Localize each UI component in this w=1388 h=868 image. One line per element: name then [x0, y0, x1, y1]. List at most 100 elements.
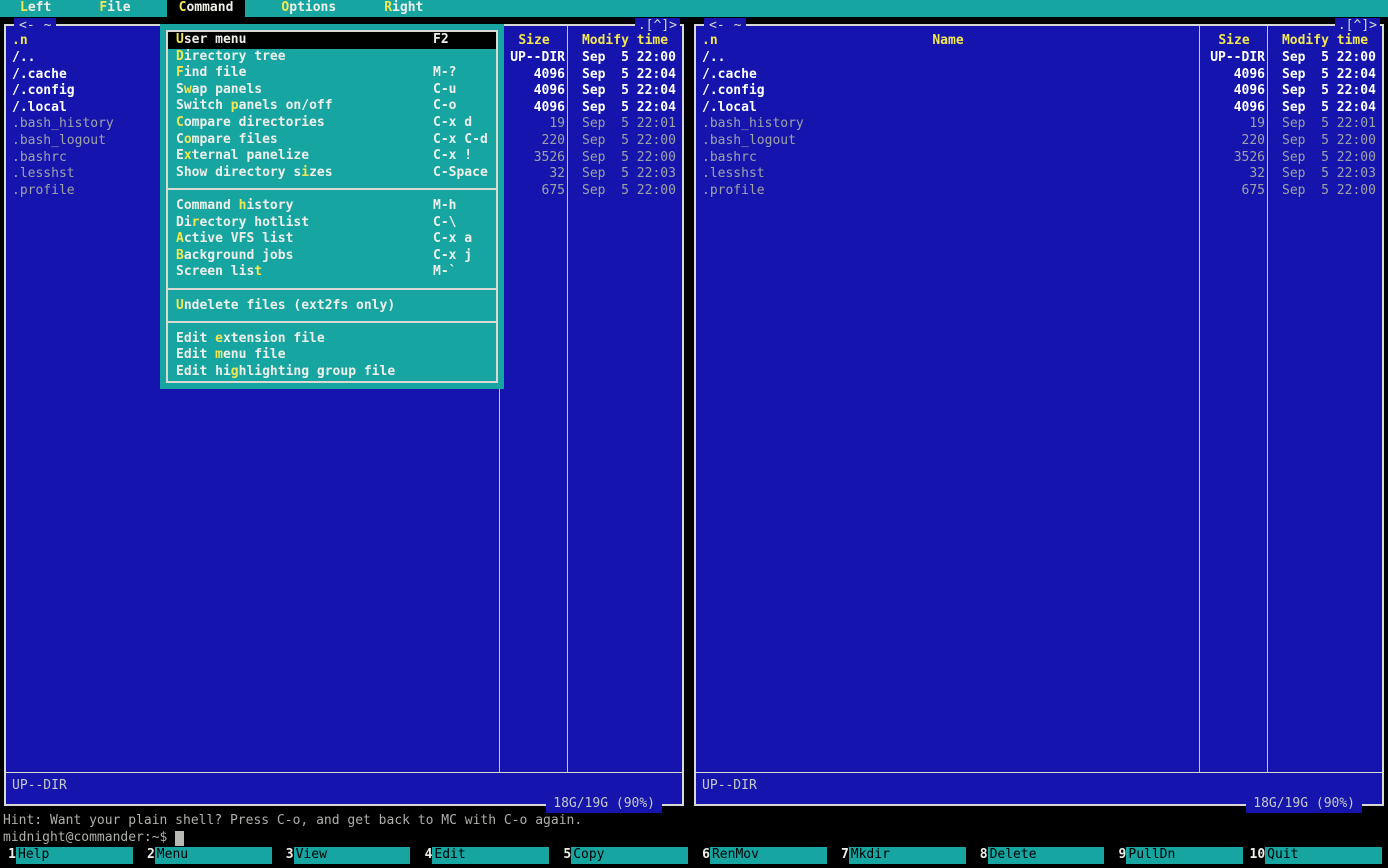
menu-item-edit-menu-file[interactable]: Edit menu file [168, 347, 496, 364]
menu-item-background-jobs[interactable]: Background jobsC-x j [168, 248, 496, 265]
column-header-mtime[interactable]: Modify time [568, 33, 682, 50]
file-row[interactable]: .profile675Sep 5 22:00 [696, 183, 1382, 200]
file-size: 220 [1200, 133, 1268, 150]
label-text: anels on/off [239, 98, 333, 113]
right-panel: <-~.[^]>.nNameSizeModify time/..UP--DIRS… [694, 24, 1384, 806]
menu-shortcut: C-o [433, 98, 456, 115]
key-number: 7 [833, 847, 849, 864]
file-row[interactable]: .bash_history19Sep 5 22:01 [696, 116, 1382, 133]
menu-item-compare-directories[interactable]: Compare directoriesC-x d [168, 115, 496, 132]
key-button-7-mkdir[interactable]: 7Mkdir [833, 847, 972, 864]
file-name: .profile [696, 183, 1200, 200]
hotkey-letter: i [301, 165, 309, 180]
file-row[interactable]: .bash_logout220Sep 5 22:00 [696, 133, 1382, 150]
menubar-item-options[interactable]: Options [269, 0, 348, 17]
menu-item-find-file[interactable]: Find fileM-? [168, 65, 496, 82]
history-back-icon[interactable]: <- [709, 18, 725, 33]
sort-indicator: .n [12, 33, 28, 50]
file-name: .bash_history [696, 116, 1200, 133]
menu-item-active-vfs-list[interactable]: Active VFS listC-x a [168, 231, 496, 248]
file-size: 4096 [500, 67, 568, 84]
menu-item-command-history[interactable]: Command historyM-h [168, 198, 496, 215]
key-button-6-renmov[interactable]: 6RenMov [694, 847, 833, 864]
menu-item-show-directory-sizes[interactable]: Show directory sizesC-Space [168, 165, 496, 182]
file-size: 19 [500, 116, 568, 133]
menu-shortcut: C-x d [433, 115, 472, 132]
menu-item-compare-files[interactable]: Compare filesC-x C-d [168, 132, 496, 149]
key-button-3-view[interactable]: 3View [278, 847, 417, 864]
menu-shortcut: C-\ [433, 215, 456, 232]
shell-prompt[interactable]: midnight@commander:~$ [3, 830, 184, 847]
file-name: .bash_logout [696, 133, 1200, 150]
key-button-9-pulldn[interactable]: 9PullDn [1110, 847, 1249, 864]
column-header-size[interactable]: Size [500, 33, 568, 50]
file-mtime: Sep 5 22:01 [1268, 116, 1382, 133]
menu-item-directory-tree[interactable]: Directory tree [168, 49, 496, 66]
menu-item-switch-panels-on-off[interactable]: Switch panels on/offC-o [168, 98, 496, 115]
key-button-2-menu[interactable]: 2Menu [139, 847, 278, 864]
command-menu-dropdown: User menuF2Directory treeFind fileM-?Swa… [160, 24, 504, 389]
label-text: ompare directories [184, 115, 325, 130]
panel-separator [6, 772, 682, 773]
file-row[interactable]: .bashrc3526Sep 5 22:00 [696, 150, 1382, 167]
menu-item-directory-hotlist[interactable]: Directory hotlistC-\ [168, 215, 496, 232]
hotkey-letter: D [176, 49, 184, 64]
menubar-item-left[interactable]: Left [8, 0, 63, 17]
label-text: Command [176, 198, 239, 213]
menu-item-external-panelize[interactable]: External panelizeC-x ! [168, 148, 496, 165]
menu-item-undelete-files-ext2fs-only[interactable]: Undelete files (ext2fs only) [168, 298, 496, 315]
key-label: PullDn [1126, 847, 1243, 864]
file-row[interactable]: /.local4096Sep 5 22:04 [696, 100, 1382, 117]
menu-item-edit-extension-file[interactable]: Edit extension file [168, 331, 496, 348]
file-mtime: Sep 5 22:04 [1268, 67, 1382, 84]
history-back-icon[interactable]: <- [19, 18, 35, 33]
hint-line: Hint: Want your plain shell? Press C-o, … [3, 813, 582, 830]
file-row[interactable]: /..UP--DIRSep 5 22:00 [696, 50, 1382, 67]
hotkey-letter: g [231, 364, 239, 379]
key-number: 10 [1249, 847, 1265, 864]
file-row[interactable]: .lesshst32Sep 5 22:03 [696, 166, 1382, 183]
file-size: 675 [1200, 183, 1268, 200]
menubar-item-file[interactable]: File [87, 0, 142, 17]
hotkey-letter: U [176, 32, 184, 47]
column-header-name[interactable]: .nName [696, 33, 1200, 50]
file-mtime: Sep 5 22:04 [1268, 83, 1382, 100]
label-text: ommand [186, 0, 233, 15]
column-header-size[interactable]: Size [1200, 33, 1268, 50]
label-text: eft [28, 0, 51, 15]
menu-item-user-menu[interactable]: User menuF2 [168, 32, 496, 49]
file-size: 4096 [500, 100, 568, 117]
label-text: irectory tree [184, 49, 286, 64]
key-button-1-help[interactable]: 1Help [0, 847, 139, 864]
key-button-4-edit[interactable]: 4Edit [416, 847, 555, 864]
menubar-item-command[interactable]: Command [167, 0, 246, 17]
file-row[interactable]: /.config4096Sep 5 22:04 [696, 83, 1382, 100]
key-label: Menu [155, 847, 272, 864]
menubar-item-right[interactable]: Right [372, 0, 435, 17]
key-number: 1 [0, 847, 16, 864]
label-text: C [176, 132, 184, 147]
file-size: 3526 [1200, 150, 1268, 167]
label-text: Show directory s [176, 165, 301, 180]
key-button-8-delete[interactable]: 8Delete [972, 847, 1111, 864]
file-mtime: Sep 5 22:04 [1268, 100, 1382, 117]
label-text: E [176, 148, 184, 163]
label-text: Di [176, 215, 192, 230]
key-button-10-quit[interactable]: 10Quit [1249, 847, 1388, 864]
file-row[interactable]: /.cache4096Sep 5 22:04 [696, 67, 1382, 84]
label-text: ile [107, 0, 130, 15]
menu-item-screen-list[interactable]: Screen listM-` [168, 264, 496, 281]
menu-item-edit-highlighting-group-file[interactable]: Edit highlighting group file [168, 364, 496, 381]
file-size: 32 [500, 166, 568, 183]
file-mtime: Sep 5 22:01 [568, 116, 682, 133]
label-text: Edit [176, 331, 215, 346]
function-key-bar: 1Help2Menu3View4Edit5Copy6RenMov7Mkdir8D… [0, 847, 1388, 864]
key-button-5-copy[interactable]: 5Copy [555, 847, 694, 864]
key-label: View [294, 847, 411, 864]
menu-item-swap-panels[interactable]: Swap panelsC-u [168, 82, 496, 99]
key-label: Mkdir [849, 847, 966, 864]
file-size: 4096 [1200, 67, 1268, 84]
label-text: Edit [176, 347, 215, 362]
hotkey-letter: w [184, 82, 192, 97]
column-header-mtime[interactable]: Modify time [1268, 33, 1382, 50]
